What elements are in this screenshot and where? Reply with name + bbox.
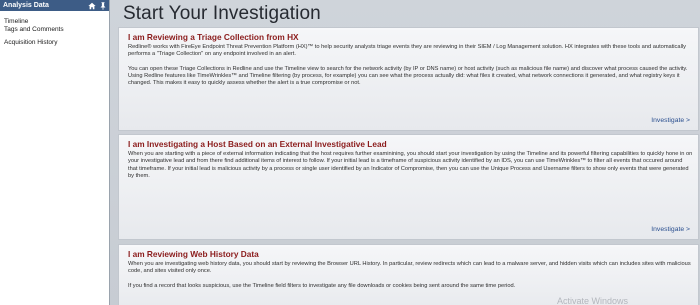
card-paragraph: When you are starting with a piece of ex… — [128, 151, 693, 179]
card-body: When you are investigating web history d… — [128, 261, 693, 290]
card-external-lead: I am Investigating a Host Based on an Ex… — [119, 135, 698, 239]
sidebar-header: Analysis Data — [0, 0, 109, 11]
investigate-link[interactable]: Investigate > — [651, 226, 690, 233]
sidebar-item-timeline[interactable]: Timeline — [0, 18, 109, 26]
card-triage-collection: I am Reviewing a Triage Collection from … — [119, 28, 698, 130]
page-title: Start Your Investigation — [123, 3, 321, 24]
card-title: I am Reviewing Web History Data — [128, 249, 259, 259]
sidebar: Analysis Data Timeline Tags and Comments… — [0, 0, 110, 305]
card-paragraph: If you find a record that looks suspicio… — [128, 282, 516, 289]
card-body: Redline® works with FireEye Endpoint Thr… — [128, 44, 693, 87]
sidebar-nav: Timeline Tags and Comments Acquisition H… — [0, 11, 109, 47]
investigate-link[interactable]: Investigate > — [651, 117, 690, 124]
activation-watermark: Activate Windows — [557, 296, 629, 305]
card-paragraph: When you are investigating web history d… — [128, 261, 691, 275]
pin-icon[interactable] — [100, 1, 106, 10]
card-paragraph: Redline® works with FireEye Endpoint Thr… — [128, 44, 686, 58]
sidebar-title: Analysis Data — [3, 2, 49, 9]
home-icon[interactable] — [88, 2, 96, 10]
sidebar-item-tags-and-comments[interactable]: Tags and Comments — [0, 26, 109, 34]
main-panel: Start Your Investigation I am Reviewing … — [110, 0, 700, 305]
sidebar-item-acquisition-history[interactable]: Acquisition History — [0, 39, 109, 47]
card-title: I am Reviewing a Triage Collection from … — [128, 32, 299, 42]
card-title: I am Investigating a Host Based on an Ex… — [128, 139, 387, 149]
card-body: When you are starting with a piece of ex… — [128, 151, 693, 180]
card-paragraph: You can open these Triage Collections in… — [128, 65, 688, 87]
